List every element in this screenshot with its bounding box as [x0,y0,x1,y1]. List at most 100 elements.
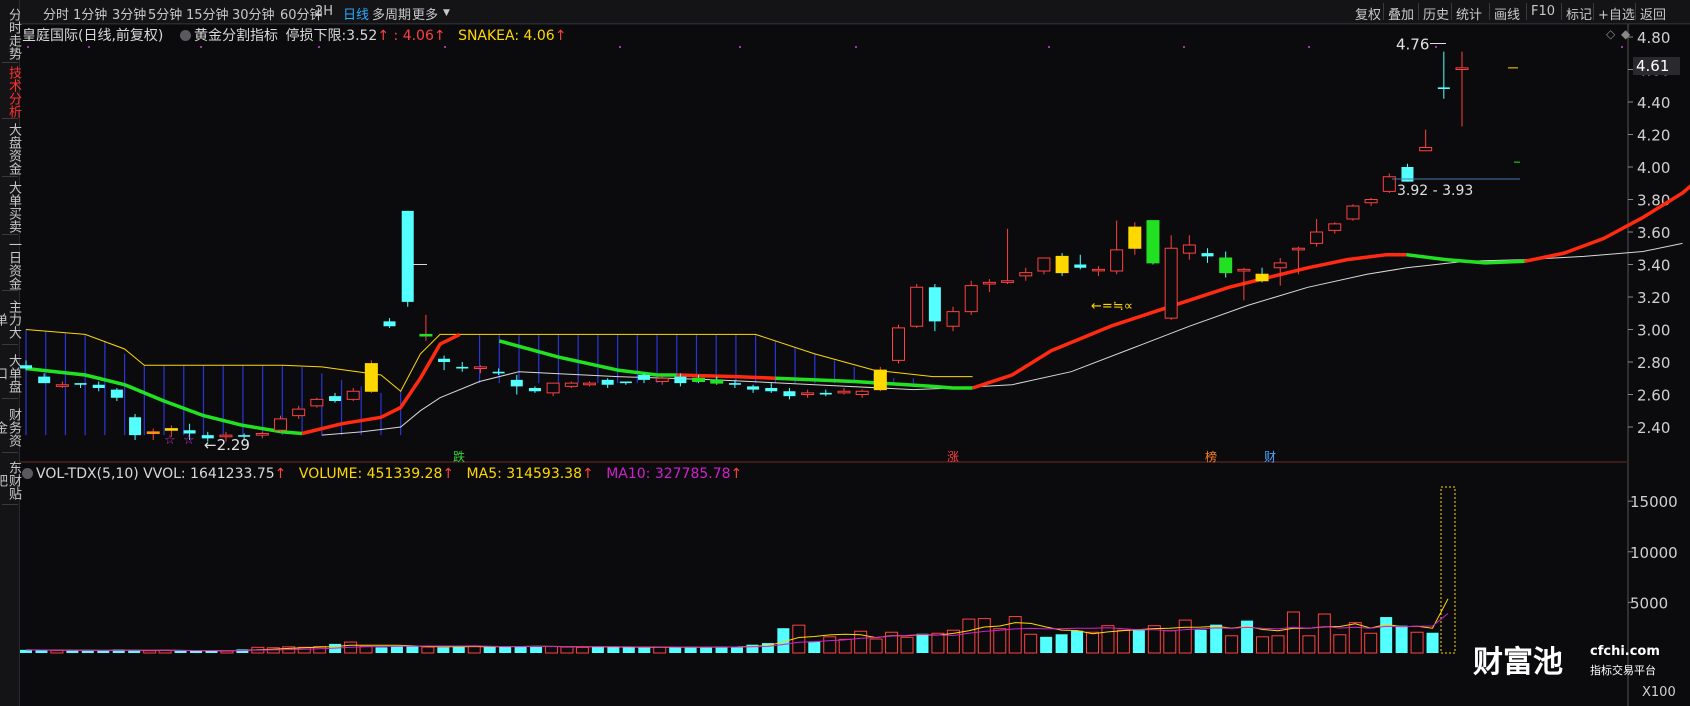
volume-bar [1302,635,1316,654]
candle-body [110,389,123,398]
volume-bar [838,638,852,654]
stock-title: 皇庭国际(日线,前复权) [22,25,163,45]
volume-bar [1101,625,1115,654]
volume-unit: X100 [1642,685,1676,700]
second-value-arrow: ↑ [433,28,446,44]
dot-marker [1182,45,1186,49]
candle-body [1074,264,1087,268]
candle-body [1455,67,1469,70]
volume-bar [35,650,48,653]
volume-bar [808,641,821,653]
volume-bar [406,646,419,653]
volume-bar [962,618,976,654]
candle-body [383,321,396,327]
volume-title: VOL-TDX(5,10) [36,466,139,482]
volume-bar [1071,630,1084,653]
dot-marker [199,45,203,49]
candle-body [528,388,541,392]
volume-bar [1178,619,1192,654]
volume-bar [158,649,172,654]
candle-body [1328,223,1342,231]
candle-body [1182,244,1196,254]
indicator-name: 黄金分割指标 [194,28,278,44]
snake-arrow: ↑ [554,28,567,44]
stop-loss-value: 3.52 [346,28,378,44]
candle-body [1419,147,1433,152]
candle-body [1091,268,1105,272]
volume-bar [1395,625,1408,653]
volume-bar [653,646,667,654]
diamond-icon[interactable]: ◇ [1606,27,1615,41]
candle-body [456,366,469,369]
volume-bar [421,646,435,654]
volume-bar [1271,635,1285,654]
volume-bar [174,650,187,653]
volume-bar [483,646,496,653]
high-price-label: 4.76 [1396,36,1429,54]
ma5-value: MA5: 314593.38 [466,466,582,482]
volume-bar [1194,629,1207,653]
candle-body [492,371,505,374]
dot-marker [87,45,91,49]
volume-bar [1241,620,1254,653]
dot-marker [1434,45,1438,49]
volume-bar [514,646,527,653]
dot-marker [317,45,321,49]
volume-bar [560,646,574,654]
candle-body [364,363,378,392]
volume-bar [977,618,991,654]
trend-line [498,339,677,377]
logo-url: cfchi.com [1590,644,1660,659]
candle-body [747,386,760,390]
candle-body [1164,247,1178,319]
candle-body [74,383,87,385]
candle-body [20,365,32,369]
dot-marker [1307,45,1311,49]
candle-body [510,379,523,387]
candle-body [1001,280,1015,283]
y-tick-label: 3.60 [1637,224,1670,242]
current-price-tag: 4.61 [1633,57,1680,75]
volume-dot-icon[interactable] [22,468,33,479]
candle-body [1201,253,1214,257]
volume-bar [638,647,651,653]
candle-body [419,333,433,337]
candle-body [1055,255,1069,274]
volume-bar [1256,636,1270,654]
volume-bar [684,646,697,653]
volume-bar [1364,632,1378,654]
volume-bar [1410,631,1424,654]
y-tick-label: 3.00 [1637,322,1670,340]
volume-bar [50,649,64,654]
event-marker: 涨 [947,449,959,464]
dot-marker [738,45,742,49]
candle-body [546,382,560,394]
candle-body [1219,257,1233,274]
candle-body [292,408,306,417]
candle-body [1255,273,1269,282]
volume-bar [545,646,559,654]
event-marker: 榜 [1205,449,1217,464]
event-marker: 跌 [453,449,465,464]
trend-line [1406,252,1525,265]
price-chart[interactable]: 4.804.604.404.204.003.803.603.403.203.00… [0,0,1690,706]
candle-body [619,381,632,384]
collapse-icon[interactable]: ◆ [1621,27,1630,41]
candle-body [964,285,978,313]
candle-body [1128,226,1142,249]
candle-body [765,388,778,392]
candle-body [910,286,924,327]
candle-body [255,433,269,436]
star-icon: ☆ [164,433,176,448]
volume-bar [1317,613,1331,654]
volume-bar [1086,631,1099,654]
volume-info: VOL-TDX(5,10) VVOL: 1641233.75↑ VOLUME: … [22,466,742,482]
dot-marker [1047,45,1051,49]
trend-line [676,373,776,380]
trend-line [972,252,1407,390]
trend-line [301,332,461,436]
volume-bar [700,647,713,653]
y-tick-label: 2.60 [1637,387,1670,405]
indicator-dot-icon[interactable] [180,30,191,41]
volume-bar [1055,634,1068,653]
